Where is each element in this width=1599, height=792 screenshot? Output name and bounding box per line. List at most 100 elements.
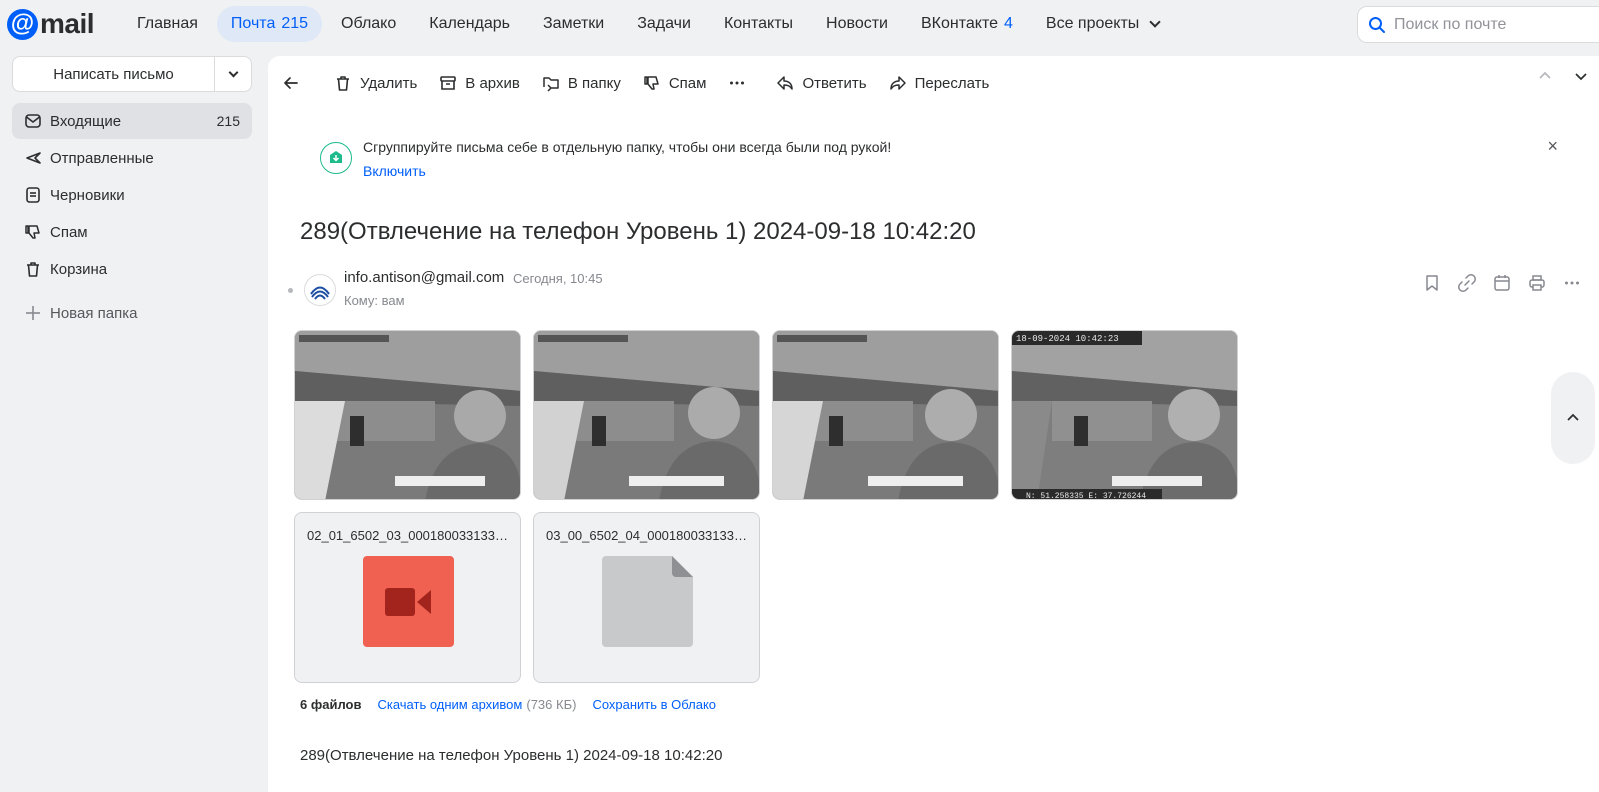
banner-text: Сгруппируйте письма себе в отдельную пап… <box>363 139 892 155</box>
attachment-card[interactable]: 02_01_6502_03_000180033133_2024-09-18_10… <box>294 512 521 683</box>
nav-tasks[interactable]: Задачи <box>623 6 705 42</box>
sender-logo-icon <box>308 278 332 302</box>
chevron-down-icon <box>1575 73 1587 81</box>
calendar-button[interactable] <box>1484 274 1519 292</box>
scroll-to-top-button[interactable] <box>1551 372 1595 464</box>
files-count: 6 файлов <box>300 697 362 712</box>
compose-button-group: Написать письмо <box>12 56 252 92</box>
forward-button[interactable]: Переслать <box>889 74 990 92</box>
top-bar: @ mail Главная Почта 215 Облако Календарь… <box>0 0 1599 50</box>
archive-label: В архив <box>465 74 520 92</box>
move-to-folder-label: В папку <box>567 74 621 92</box>
folder-drafts-label: Черновики <box>50 186 125 204</box>
folder-sent[interactable]: Отправленные <box>12 140 252 176</box>
recipient-line[interactable]: Кому: вам <box>344 293 405 308</box>
folder-drafts[interactable]: Черновики <box>12 177 252 213</box>
nav-vkontakte-label: ВКонтакте <box>920 15 998 32</box>
camera-frame-image <box>534 331 759 499</box>
compose-dropdown-button[interactable] <box>215 57 251 91</box>
attachment-name: 03_00_6502_04_000180033133_2024-09-18_10… <box>546 528 749 543</box>
nav-notes[interactable]: Заметки <box>529 6 618 42</box>
video-file-icon <box>363 556 454 647</box>
new-folder-button[interactable]: Новая папка <box>12 295 252 331</box>
folder-inbox[interactable]: Входящие 215 <box>12 103 252 139</box>
chevron-down-icon <box>1149 16 1161 28</box>
folder-inbox-count: 215 <box>216 113 240 129</box>
message-nav <box>1527 68 1599 84</box>
chevron-up-icon <box>1567 413 1579 421</box>
close-icon[interactable]: × <box>1547 136 1558 157</box>
folder-spam[interactable]: Спам <box>12 214 252 250</box>
search-box[interactable] <box>1357 6 1599 43</box>
spam-button[interactable]: Спам <box>643 74 707 92</box>
bookmark-button[interactable] <box>1414 274 1449 292</box>
save-to-cloud-link[interactable]: Сохранить в Облако <box>592 697 716 712</box>
more-button[interactable] <box>728 74 754 92</box>
generic-file-icon <box>602 556 693 647</box>
download-archive-link[interactable]: Скачать одним архивом <box>377 697 522 712</box>
nav-calendar[interactable]: Календарь <box>415 6 524 42</box>
avatar[interactable] <box>304 274 336 306</box>
nav-contacts[interactable]: Контакты <box>710 6 807 42</box>
next-message-button[interactable] <box>1563 68 1599 84</box>
message-panel: Удалить В архив В папку Спам Ответить Пе… <box>268 56 1599 792</box>
nav-vkontakte[interactable]: ВКонтакте 4 <box>907 6 1027 42</box>
attachment-card[interactable]: 03_00_6502_04_000180033133_2024-09-18_10… <box>533 512 760 683</box>
reply-button[interactable]: Ответить <box>776 74 867 92</box>
nav-all-projects[interactable]: Все проекты <box>1032 6 1173 42</box>
image-thumbnail[interactable] <box>294 330 521 500</box>
nav-mail-count: 215 <box>281 15 309 32</box>
attachment-name: 02_01_6502_03_000180033133_2024-09-18_10… <box>307 528 510 543</box>
more-dots-icon <box>730 81 745 85</box>
nav-home[interactable]: Главная <box>123 6 212 42</box>
forward-label: Переслать <box>914 74 990 92</box>
logo-at-symbol: @ <box>7 8 38 40</box>
mail-logo[interactable]: @ mail <box>7 8 95 40</box>
search-input[interactable] <box>1394 15 1594 34</box>
nav-news[interactable]: Новости <box>812 6 902 42</box>
new-folder-label: Новая папка <box>50 304 138 322</box>
thumbs-down-icon <box>644 76 659 90</box>
trash-icon <box>337 76 349 91</box>
nav-mail-label: Почта <box>230 15 276 32</box>
nav-cloud[interactable]: Облако <box>327 6 410 42</box>
print-button[interactable] <box>1519 274 1554 292</box>
message-toolbar: Удалить В архив В папку Спам Ответить Пе… <box>282 68 1011 98</box>
message-time: Сегодня, 10:45 <box>513 271 603 286</box>
move-to-folder-button[interactable]: В папку <box>542 74 621 92</box>
folder-sent-label: Отправленные <box>50 149 154 167</box>
trash-icon <box>27 262 39 277</box>
folder-trash[interactable]: Корзина <box>12 251 252 287</box>
image-thumbnail[interactable]: 18-09-2024 10:42:23 N: 51.258335 E: 37.7… <box>1011 330 1238 500</box>
file-attachments: 02_01_6502_03_000180033133_2024-09-18_10… <box>294 512 772 683</box>
folder-list: Входящие 215 Отправленные Черновики Спам… <box>12 103 252 332</box>
compose-button[interactable]: Написать письмо <box>13 57 215 91</box>
calendar-icon <box>1493 275 1510 291</box>
forward-icon <box>889 76 906 90</box>
link-button[interactable] <box>1449 274 1484 292</box>
prev-message-button[interactable] <box>1527 68 1563 84</box>
unread-dot[interactable] <box>288 288 293 293</box>
message-body: 289(Отвлечение на телефон Уровень 1) 202… <box>300 747 723 764</box>
camera-frame-image: 18-09-2024 10:42:23 N: 51.258335 E: 37.7… <box>1012 331 1237 499</box>
image-thumbnail[interactable] <box>533 330 760 500</box>
delete-label: Удалить <box>360 74 418 92</box>
image-thumbnail[interactable] <box>772 330 999 500</box>
nav-tasks-label: Задачи <box>637 15 691 32</box>
logo-text: mail <box>40 8 95 39</box>
chevron-up-icon <box>1539 71 1551 79</box>
spam-label: Спам <box>668 74 707 92</box>
camera-frame-image <box>773 331 998 499</box>
archive-button[interactable]: В архив <box>439 74 520 92</box>
folder-spam-label: Спам <box>50 223 88 241</box>
more-actions-button[interactable] <box>1554 274 1589 292</box>
sender-email[interactable]: info.antison@gmail.com <box>344 269 504 286</box>
delete-button[interactable]: Удалить <box>334 74 417 92</box>
nav-mail[interactable]: Почта 215 <box>216 6 323 42</box>
plus-icon <box>26 306 40 320</box>
attachments-footer: 6 файлов Скачать одним архивом (736 КБ) … <box>300 697 716 712</box>
back-button[interactable] <box>282 74 308 92</box>
banner-enable-link[interactable]: Включить <box>363 163 426 179</box>
camera-frame-image <box>295 331 520 499</box>
nav-all-projects-label: Все проекты <box>1045 15 1140 32</box>
